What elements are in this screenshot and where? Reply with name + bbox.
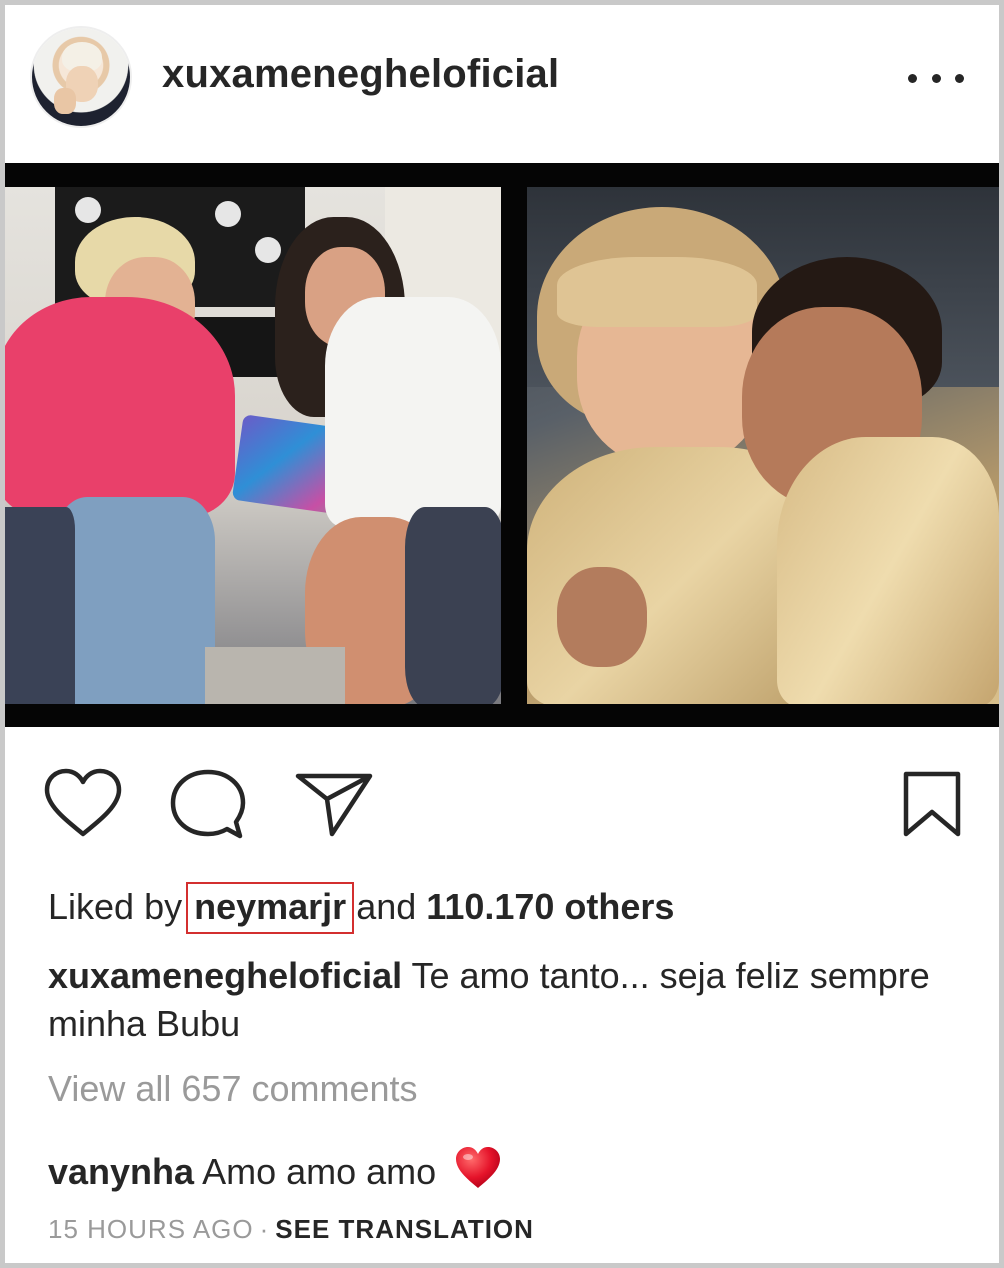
post-timestamp: 15 HOURS AGO (48, 1214, 254, 1244)
paper-plane-icon[interactable] (294, 770, 374, 838)
post-photo-right (527, 187, 999, 704)
liker-username[interactable]: neymarjr (186, 882, 355, 934)
comment-item: vanynha Amo amo amo (48, 1146, 502, 1193)
view-all-comments-link[interactable]: View all 657 comments (48, 1068, 418, 1110)
post-caption: xuxamenegheloficial Te amo tanto... seja… (48, 952, 948, 1048)
likes-prefix: Liked by (48, 886, 183, 927)
post-username[interactable]: xuxamenegheloficial (162, 52, 559, 97)
caption-username[interactable]: xuxamenegheloficial (48, 955, 402, 996)
profile-avatar[interactable] (32, 28, 130, 126)
see-translation-link[interactable]: SEE TRANSLATION (275, 1214, 534, 1244)
post-photo-left (5, 187, 501, 704)
likes-count[interactable]: 110.170 others (426, 886, 674, 927)
more-options-icon[interactable] (908, 62, 964, 94)
likes-summary: Liked by neymarjr and 110.170 others (48, 882, 674, 934)
comment-username[interactable]: vanynha (48, 1151, 194, 1192)
post-meta: 15 HOURS AGO · SEE TRANSLATION (48, 1214, 534, 1245)
comment-text: Amo amo amo (202, 1151, 437, 1192)
meta-separator: · (259, 1214, 270, 1244)
likes-middle: and (356, 886, 417, 927)
comment-bubble-icon[interactable] (170, 768, 246, 840)
red-heart-emoji-icon (456, 1147, 501, 1188)
heart-outline-icon[interactable] (44, 768, 122, 838)
bookmark-icon[interactable] (900, 770, 964, 838)
